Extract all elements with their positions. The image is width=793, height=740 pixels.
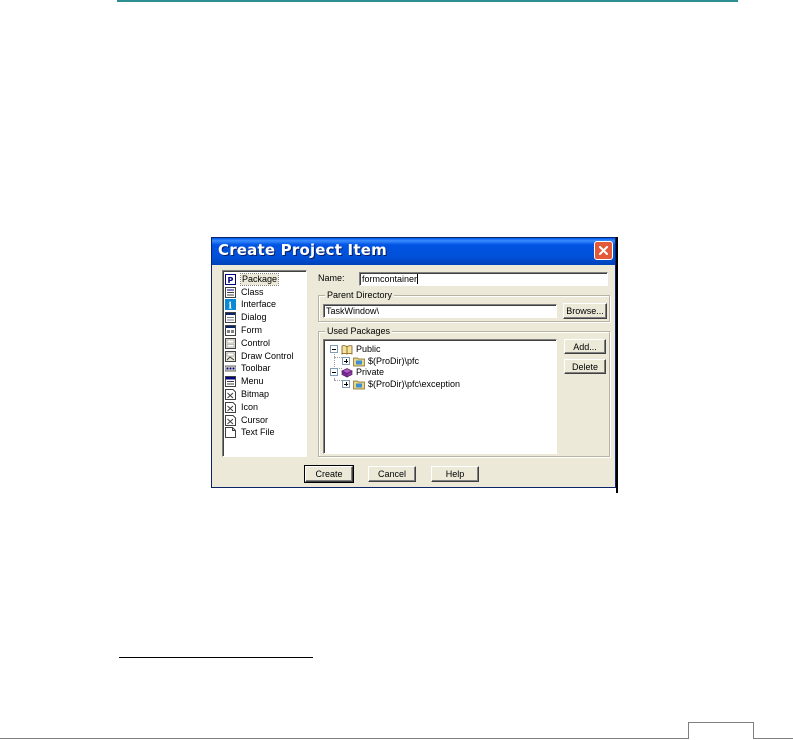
public-folder-icon <box>341 344 353 355</box>
type-item-label: Draw Control <box>241 350 294 361</box>
create-project-item-dialog: Create Project Item P Package Class i In… <box>211 237 616 488</box>
parent-directory-legend: Parent Directory <box>325 290 395 301</box>
type-item-toolbar[interactable]: Toolbar <box>223 363 306 376</box>
used-packages-group: Used Packages Public $(ProDir)\pfc Priva… <box>318 326 610 457</box>
collapse-toggle[interactable] <box>330 368 338 376</box>
name-value: formcontainer <box>362 274 418 284</box>
type-item-draw-control[interactable]: Draw Control <box>223 350 306 363</box>
type-item-label: Interface <box>241 299 277 310</box>
type-item-bitmap[interactable]: Bitmap <box>223 388 306 401</box>
type-item-icon[interactable]: Icon <box>223 401 306 414</box>
used-packages-tree[interactable]: Public $(ProDir)\pfc Private $(ProDir)\p… <box>323 339 557 454</box>
type-item-control[interactable]: Control <box>223 337 306 350</box>
type-item-label: Toolbar <box>241 363 271 374</box>
used-packages-legend: Used Packages <box>325 326 393 337</box>
tree-label: Public <box>356 343 381 354</box>
type-item-label: Class <box>241 286 264 297</box>
dialog-icon <box>225 312 236 324</box>
cursor-icon <box>225 414 236 426</box>
dialog-title: Create Project Item <box>218 241 387 259</box>
type-item-text-file[interactable]: Text File <box>223 427 306 440</box>
type-item-package[interactable]: P Package <box>223 272 306 286</box>
document-page: Create Project Item P Package Class i In… <box>0 0 793 740</box>
svg-text:P: P <box>228 276 234 285</box>
title-bar[interactable]: Create Project Item <box>212 238 615 265</box>
control-icon <box>225 337 236 349</box>
type-item-label: Package <box>239 272 280 286</box>
text-file-icon <box>225 427 236 439</box>
svg-text:i: i <box>229 302 233 311</box>
type-item-label: Bitmap <box>241 389 270 400</box>
help-button[interactable]: Help <box>431 466 479 482</box>
type-item-menu[interactable]: Menu <box>223 375 306 388</box>
bitmap-icon <box>225 389 236 401</box>
type-item-dialog[interactable]: Dialog <box>223 311 306 324</box>
cancel-button[interactable]: Cancel <box>368 466 416 482</box>
toolbar-icon <box>225 363 236 374</box>
form-icon <box>225 325 236 337</box>
page-number-tab <box>688 722 754 739</box>
create-button[interactable]: Create <box>304 465 354 483</box>
collapse-toggle[interactable] <box>330 345 338 353</box>
icon-file-icon <box>225 401 236 413</box>
type-item-label: Dialog <box>241 312 267 323</box>
close-button[interactable] <box>594 241 613 260</box>
expand-toggle[interactable] <box>342 357 350 365</box>
type-item-label: Form <box>241 325 262 336</box>
type-item-label: Icon <box>241 401 259 412</box>
tree-label: $(ProDir)\pfc\exception <box>368 378 461 389</box>
type-item-form[interactable]: Form <box>223 324 306 337</box>
type-item-interface[interactable]: i Interface <box>223 299 306 312</box>
close-icon <box>599 246 608 255</box>
menu-icon <box>225 376 236 388</box>
tree-node-pfc-exception[interactable]: $(ProDir)\pfc\exception <box>342 378 460 390</box>
tree-connector <box>334 380 342 381</box>
window-edge-shadow <box>616 237 618 493</box>
parent-directory-group: Parent Directory TaskWindow\ Browse... <box>318 290 610 322</box>
text-caret <box>417 274 419 284</box>
footnote-separator <box>119 657 313 658</box>
type-item-label: Menu <box>241 376 264 387</box>
name-input[interactable]: formcontainer <box>359 272 608 286</box>
package-folder-icon <box>353 356 365 367</box>
type-item-class[interactable]: Class <box>223 286 306 299</box>
browse-button[interactable]: Browse... <box>563 303 607 319</box>
class-icon <box>225 286 236 298</box>
tree-label: Private <box>356 366 385 377</box>
tree-node-private[interactable]: Private <box>330 366 384 378</box>
header-rule <box>117 0 738 2</box>
footer-rule <box>0 738 793 739</box>
package-icon: P <box>225 273 236 285</box>
tree-node-public[interactable]: Public <box>330 343 381 355</box>
interface-icon: i <box>225 299 236 311</box>
name-label: Name: <box>318 273 345 283</box>
type-item-label: Text File <box>241 427 275 438</box>
package-folder-icon <box>353 379 365 390</box>
parent-directory-input[interactable]: TaskWindow\ <box>323 304 557 318</box>
expand-toggle[interactable] <box>342 380 350 388</box>
type-item-label: Cursor <box>241 414 269 425</box>
type-item-label: Control <box>241 337 271 348</box>
type-item-cursor[interactable]: Cursor <box>223 414 306 427</box>
add-package-button[interactable]: Add... <box>564 339 606 354</box>
item-type-list[interactable]: P Package Class i Interface Dialog Form … <box>222 270 307 457</box>
draw-control-icon <box>225 350 236 362</box>
tree-connector <box>334 357 342 358</box>
private-folder-icon <box>341 367 353 378</box>
delete-package-button[interactable]: Delete <box>564 359 606 374</box>
tree-label: $(ProDir)\pfc <box>368 355 420 366</box>
